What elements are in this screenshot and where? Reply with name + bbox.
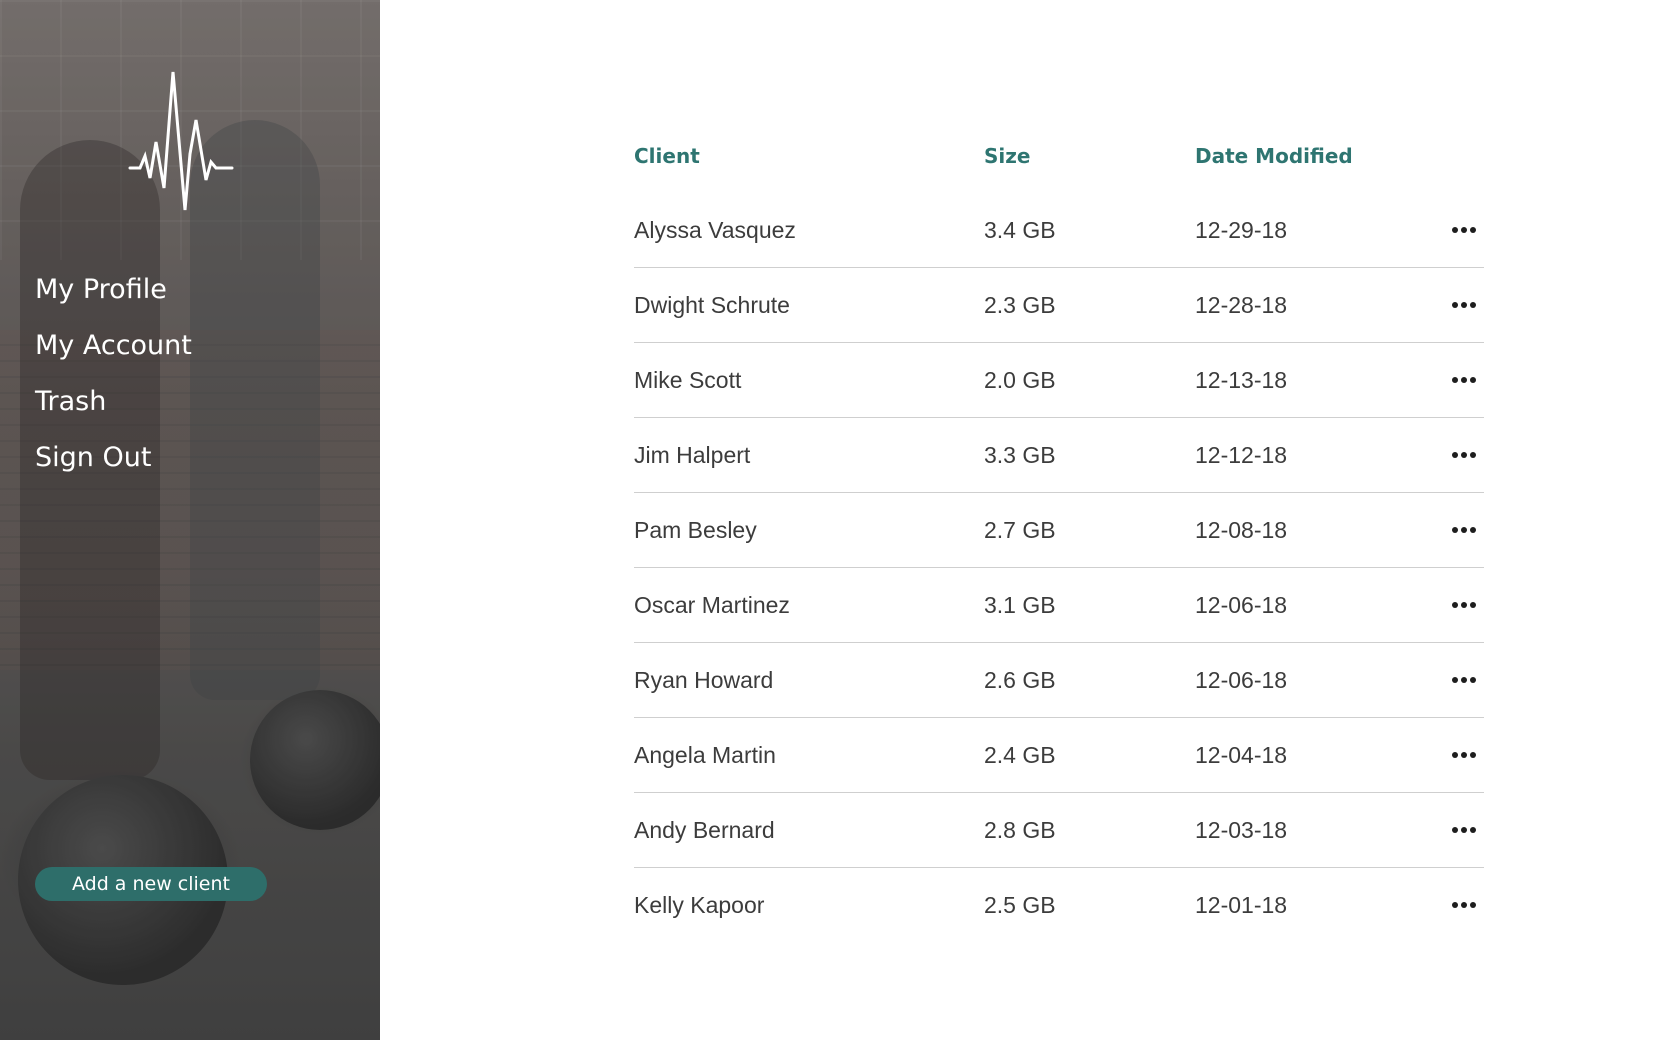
table-row[interactable]: Oscar Martinez 3.1 GB 12-06-18 xyxy=(634,568,1484,643)
sidebar-nav: My Profile My Account Trash Sign Out xyxy=(35,262,192,486)
file-size: 2.5 GB xyxy=(984,892,1056,918)
sidebar-item-my-account[interactable]: My Account xyxy=(35,318,192,374)
file-size: 2.0 GB xyxy=(984,367,1056,393)
client-name: Alyssa Vasquez xyxy=(634,217,796,243)
column-header-date-modified[interactable]: Date Modified xyxy=(1195,140,1353,172)
column-header-client[interactable]: Client xyxy=(634,140,700,172)
table-row[interactable]: Dwight Schrute 2.3 GB 12-28-18 xyxy=(634,268,1484,343)
sidebar-item-my-profile[interactable]: My Profile xyxy=(35,262,192,318)
more-horizontal-icon[interactable] xyxy=(1444,515,1484,545)
date-modified: 12-28-18 xyxy=(1195,292,1288,318)
client-name: Angela Martin xyxy=(634,742,776,768)
date-modified: 12-08-18 xyxy=(1195,517,1288,543)
date-modified: 12-06-18 xyxy=(1195,592,1288,618)
table-row[interactable]: Alyssa Vasquez 3.4 GB 12-29-18 xyxy=(634,193,1484,268)
sidebar: My Profile My Account Trash Sign Out Add… xyxy=(0,0,380,1040)
table-body: Alyssa Vasquez 3.4 GB 12-29-18 Dwight Sc… xyxy=(634,193,1484,942)
more-horizontal-icon[interactable] xyxy=(1444,215,1484,245)
more-horizontal-icon[interactable] xyxy=(1444,665,1484,695)
table-header: Client Size Date Modified xyxy=(634,140,1484,172)
add-client-button[interactable]: Add a new client xyxy=(35,867,267,901)
date-modified: 12-01-18 xyxy=(1195,892,1288,918)
client-name: Andy Bernard xyxy=(634,817,775,843)
more-horizontal-icon[interactable] xyxy=(1444,365,1484,395)
more-horizontal-icon[interactable] xyxy=(1444,290,1484,320)
client-name: Jim Halpert xyxy=(634,442,751,468)
client-name: Pam Besley xyxy=(634,517,757,543)
more-horizontal-icon[interactable] xyxy=(1444,440,1484,470)
client-name: Oscar Martinez xyxy=(634,592,790,618)
more-horizontal-icon[interactable] xyxy=(1444,890,1484,920)
date-modified: 12-06-18 xyxy=(1195,667,1288,693)
date-modified: 12-13-18 xyxy=(1195,367,1288,393)
client-files-table: Client Size Date Modified Alyssa Vasquez… xyxy=(380,0,1670,1040)
app: My Profile My Account Trash Sign Out Add… xyxy=(0,0,1670,1040)
table-row[interactable]: Ryan Howard 2.6 GB 12-06-18 xyxy=(634,643,1484,718)
client-name: Ryan Howard xyxy=(634,667,774,693)
file-size: 2.7 GB xyxy=(984,517,1056,543)
heartbeat-pulse-icon xyxy=(128,71,234,211)
table-row[interactable]: Angela Martin 2.4 GB 12-04-18 xyxy=(634,718,1484,793)
more-horizontal-icon[interactable] xyxy=(1444,740,1484,770)
table-row[interactable]: Jim Halpert 3.3 GB 12-12-18 xyxy=(634,418,1484,493)
table-row[interactable]: Andy Bernard 2.8 GB 12-03-18 xyxy=(634,793,1484,868)
file-size: 2.4 GB xyxy=(984,742,1056,768)
column-header-size[interactable]: Size xyxy=(984,140,1030,172)
file-size: 3.4 GB xyxy=(984,217,1056,243)
more-horizontal-icon[interactable] xyxy=(1444,815,1484,845)
date-modified: 12-03-18 xyxy=(1195,817,1288,843)
date-modified: 12-12-18 xyxy=(1195,442,1288,468)
more-horizontal-icon[interactable] xyxy=(1444,590,1484,620)
file-size: 3.1 GB xyxy=(984,592,1056,618)
table-row[interactable]: Pam Besley 2.7 GB 12-08-18 xyxy=(634,493,1484,568)
date-modified: 12-29-18 xyxy=(1195,217,1288,243)
file-size: 2.3 GB xyxy=(984,292,1056,318)
client-name: Mike Scott xyxy=(634,367,742,393)
client-name: Dwight Schrute xyxy=(634,292,790,318)
file-size: 2.6 GB xyxy=(984,667,1056,693)
table-row[interactable]: Mike Scott 2.0 GB 12-13-18 xyxy=(634,343,1484,418)
date-modified: 12-04-18 xyxy=(1195,742,1288,768)
table-row[interactable]: Kelly Kapoor 2.5 GB 12-01-18 xyxy=(634,868,1484,942)
file-size: 3.3 GB xyxy=(984,442,1056,468)
sidebar-item-sign-out[interactable]: Sign Out xyxy=(35,430,192,486)
client-name: Kelly Kapoor xyxy=(634,892,765,918)
sidebar-item-trash[interactable]: Trash xyxy=(35,374,192,430)
file-size: 2.8 GB xyxy=(984,817,1056,843)
